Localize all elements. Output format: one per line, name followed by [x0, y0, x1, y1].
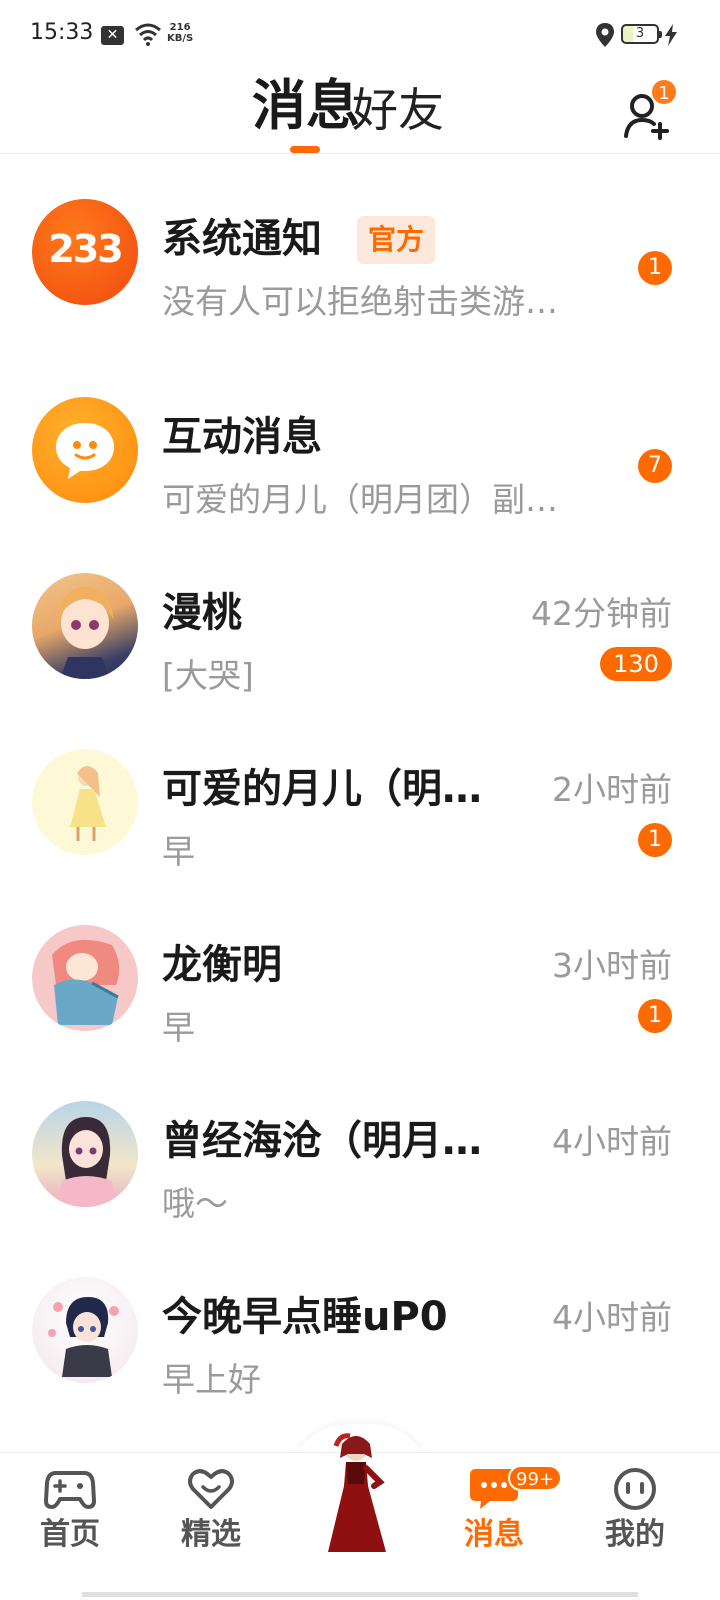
- conversation-preview: 早: [162, 1008, 195, 1047]
- avatar: 233: [32, 199, 138, 305]
- conversation-item-system[interactable]: 233 系统通知 官方 没有人可以拒绝射击类游… 1: [0, 155, 720, 331]
- tab-messages[interactable]: 消息: [252, 74, 360, 138]
- battery-icon: 3: [621, 24, 662, 44]
- avatar: [32, 749, 138, 855]
- conversation-preview: 早: [162, 832, 195, 871]
- conversation-preview: 早上好: [162, 1360, 261, 1399]
- unread-badge: 130: [600, 647, 672, 681]
- heart-icon: [188, 1469, 234, 1509]
- conversation-name: 系统通知: [162, 216, 322, 262]
- messages-badge: 99+: [508, 1465, 562, 1491]
- conversation-time: 4小时前: [552, 1122, 672, 1161]
- nav-label: 消息: [464, 1517, 524, 1552]
- add-friend-badge: 1: [650, 78, 678, 106]
- header: 消息 好友 1: [0, 70, 720, 154]
- conversation-preview: 可爱的月儿（明月团）副…: [162, 480, 558, 519]
- conversation-time: 4小时前: [552, 1298, 672, 1337]
- conversation-name: 曾经海沧（明月…: [162, 1118, 482, 1164]
- status-time: 15:33: [30, 20, 94, 45]
- logo-233: 233: [48, 227, 123, 271]
- conversation-preview: 没有人可以拒绝射击类游…: [162, 282, 558, 321]
- unread-badge: 1: [638, 823, 672, 857]
- conversation-time: 2小时前: [552, 770, 672, 809]
- nav-label: 首页: [40, 1517, 100, 1552]
- nav-label: 我的: [605, 1517, 665, 1552]
- avatar: [32, 925, 138, 1031]
- conversation-time: 3小时前: [552, 946, 672, 985]
- chat-bubble-logo-icon: [56, 423, 114, 479]
- anime-boy-blue-image: [52, 939, 120, 1025]
- home-indicator: [82, 1592, 638, 1597]
- face-icon: [614, 1468, 656, 1510]
- avatar: [32, 1277, 138, 1383]
- anime-boy-flowers-image: [48, 1297, 119, 1377]
- gamepad-icon: [44, 1471, 96, 1509]
- location-icon: [596, 23, 614, 47]
- status-bar: 15:33 ✕ 216 KB/S 3: [0, 0, 720, 70]
- conversation-item[interactable]: 今晚早点睡uP0 4小时前 早上好: [0, 1233, 720, 1409]
- unread-badge: 1: [638, 999, 672, 1033]
- conversation-name: 互动消息: [162, 414, 322, 460]
- conversation-item[interactable]: 可爱的月儿（明… 2小时前 早 1: [0, 705, 720, 881]
- unread-badge: 7: [638, 449, 672, 483]
- tab-friends[interactable]: 好友: [352, 82, 444, 138]
- avatar: [32, 397, 138, 503]
- anime-girl-dress-image: [70, 766, 106, 841]
- nav-home[interactable]: 首页: [20, 1467, 120, 1555]
- conversation-name: 漫桃: [162, 590, 242, 636]
- conversation-time: 42分钟前: [531, 594, 672, 633]
- conversation-preview: 哦～: [162, 1184, 228, 1223]
- conversation-item[interactable]: 龙衡明 3小时前 早 1: [0, 881, 720, 1057]
- conversation-item[interactable]: 漫桃 42分钟前 [大哭] 130: [0, 529, 720, 705]
- conversation-name: 可爱的月儿（明…: [162, 766, 482, 812]
- anime-girl-dark-hair-image: [56, 1117, 118, 1207]
- anime-girl-blonde-image: [58, 587, 114, 679]
- conversation-list: 233 系统通知 官方 没有人可以拒绝射击类游… 1 互动消息 可爱的月儿（明月…: [0, 155, 720, 1409]
- wifi-icon: [135, 23, 161, 46]
- conversation-item-interactions[interactable]: 互动消息 可爱的月儿（明月团）副… 7: [0, 353, 720, 529]
- conversation-name: 龙衡明: [162, 942, 282, 988]
- avatar: [32, 573, 138, 679]
- conversation-item[interactable]: 曾经海沧（明月… 4小时前 哦～: [0, 1057, 720, 1233]
- network-speed: 216 KB/S: [167, 22, 194, 44]
- add-friend-button[interactable]: 1: [620, 78, 680, 140]
- nav-label: 精选: [181, 1517, 241, 1552]
- notification-x-icon: ✕: [101, 26, 124, 45]
- active-tab-indicator: [290, 146, 320, 153]
- unread-badge: 1: [638, 251, 672, 285]
- center-character-button[interactable]: [300, 1424, 410, 1556]
- nav-profile[interactable]: 我的: [585, 1467, 685, 1555]
- conversation-preview: [大哭]: [162, 656, 254, 695]
- official-badge: 官方: [357, 216, 435, 264]
- nav-featured[interactable]: 精选: [161, 1467, 261, 1555]
- charging-icon: [665, 24, 677, 46]
- conversation-name: 今晚早点睡uP0: [162, 1294, 448, 1340]
- avatar: [32, 1101, 138, 1207]
